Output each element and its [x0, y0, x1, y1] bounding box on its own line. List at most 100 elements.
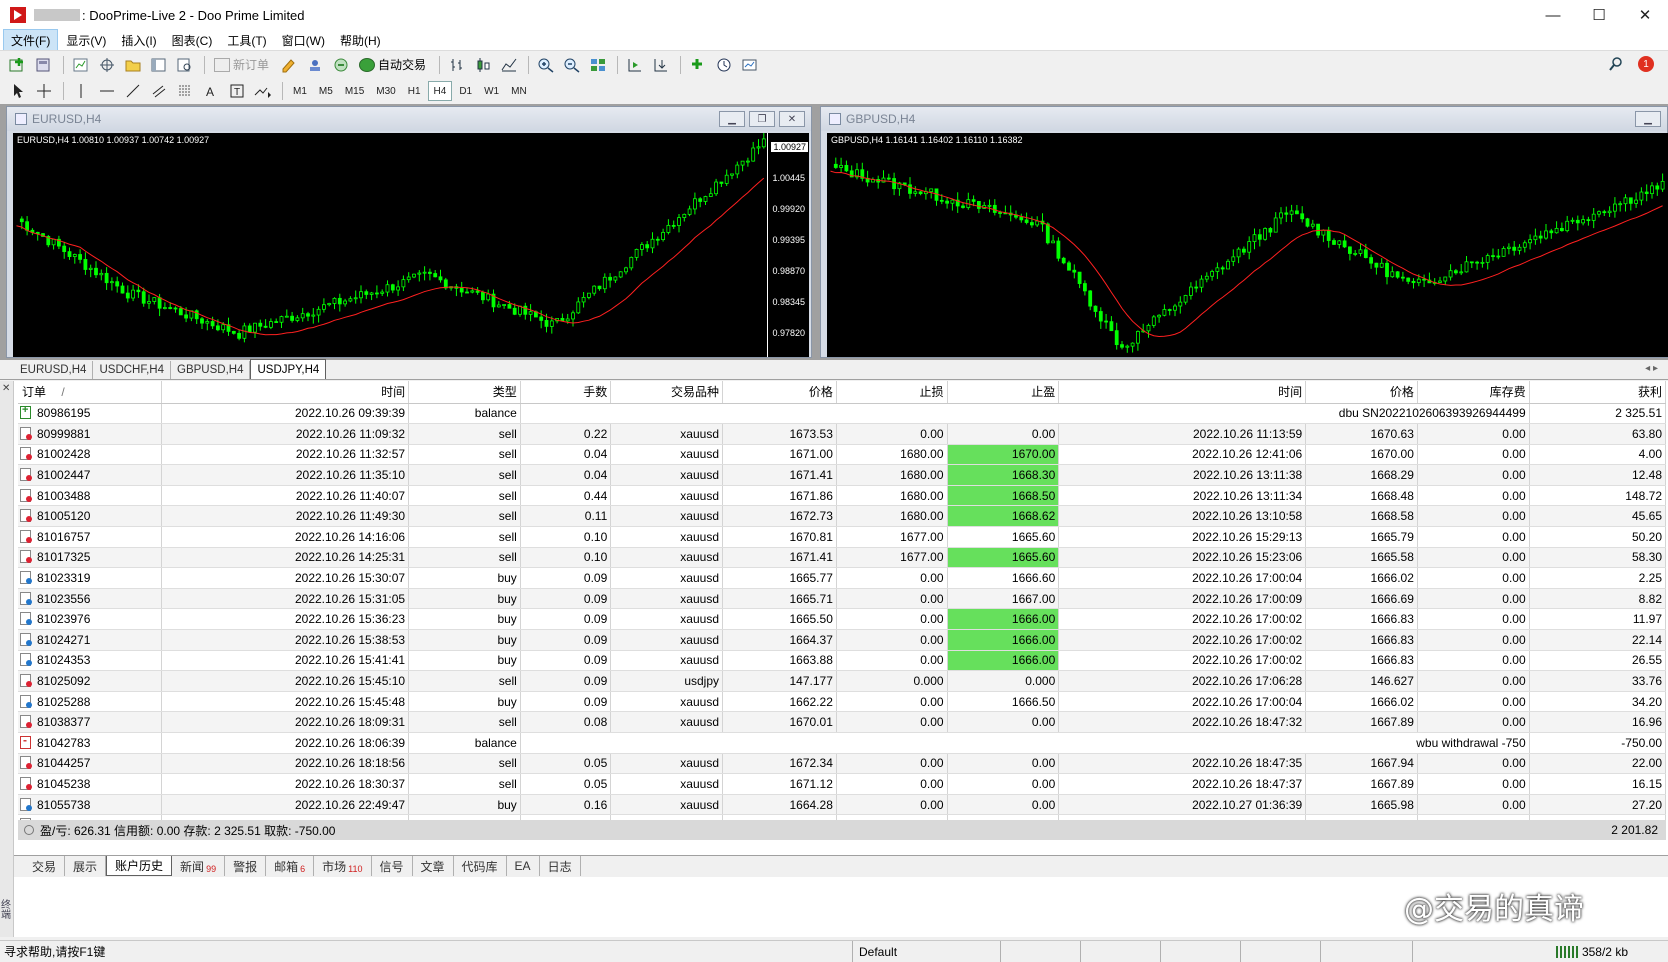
col-tp[interactable]: 止盈 [947, 381, 1060, 404]
table-row[interactable]: 81044257 2022.10.26 18:18:56 sell 0.05 xauus… [18, 753, 1667, 775]
indicators-icon[interactable] [686, 54, 710, 76]
timeframe-m5[interactable]: M5 [314, 81, 338, 101]
text-label-icon[interactable]: T [225, 80, 249, 102]
timeframe-h4[interactable]: H4 [427, 81, 453, 101]
data-window-icon[interactable] [95, 54, 119, 76]
table-row[interactable]: 81023556 2022.10.26 15:31:05 buy 0.09 xauusd… [18, 588, 1667, 610]
menu-tools[interactable]: 工具(T) [220, 30, 273, 51]
tab-chart-eurusd[interactable]: EURUSD,H4 [14, 361, 94, 379]
terminal-tab-3[interactable]: 新闻 99 [172, 856, 226, 876]
close-button[interactable]: ✕ [1622, 0, 1668, 30]
periods-icon[interactable] [712, 54, 736, 76]
table-row[interactable]: 810427832022.10.26 18:06:39balancewbu wi… [18, 732, 1667, 754]
candlestick-icon[interactable] [471, 54, 495, 76]
table-row[interactable]: 80999881 2022.10.26 11:09:32 sell 0.22 xauus… [18, 423, 1667, 445]
search-icon[interactable] [1604, 53, 1628, 75]
zoom-out-icon[interactable] [560, 54, 584, 76]
table-row[interactable]: 81038377 2022.10.26 18:09:31 sell 0.08 xauus… [18, 711, 1667, 733]
terminal-tab-2[interactable]: 账户历史 [106, 856, 173, 876]
auto-trading-button[interactable]: 自动交易 [355, 54, 430, 76]
crosshair-icon[interactable] [32, 80, 56, 102]
text-icon[interactable]: A [199, 80, 223, 102]
table-row[interactable]: 81025288 2022.10.26 15:45:48 buy 0.09 xauusd… [18, 691, 1667, 713]
table-row[interactable]: 81055738 2022.10.26 22:49:47 buy 0.16 xauusd… [18, 794, 1667, 816]
table-row[interactable]: 81045238 2022.10.26 18:30:37 sell 0.05 xauus… [18, 773, 1667, 795]
table-row[interactable]: 81002428 2022.10.26 11:32:57 sell 0.04 xauus… [18, 444, 1667, 466]
cursor-icon[interactable] [6, 80, 30, 102]
templates-icon[interactable] [738, 54, 762, 76]
connection-status[interactable]: 358/2 kb [1555, 945, 1628, 959]
terminal-tab-11[interactable]: 日志 [540, 856, 581, 876]
col-order[interactable]: 订单 / [18, 381, 163, 404]
new-order-button[interactable]: 新订单 [210, 54, 273, 76]
equidistant-channel-icon[interactable] [147, 80, 171, 102]
chart-minimize-button[interactable]: ▁ [719, 111, 745, 127]
bar-chart-icon[interactable] [445, 54, 469, 76]
menu-window[interactable]: 窗口(W) [275, 30, 332, 51]
market-watch-icon[interactable] [69, 54, 93, 76]
vertical-line-icon[interactable] [69, 80, 93, 102]
terminal-tab-4[interactable]: 警报 [225, 856, 267, 876]
menu-file[interactable]: 文件(F) [3, 28, 59, 52]
candlestick-chart-eurusd[interactable] [13, 133, 767, 359]
line-chart-icon[interactable] [497, 54, 521, 76]
table-row[interactable]: 81024271 2022.10.26 15:38:53 buy 0.09 xauusd… [18, 629, 1667, 651]
terminal-tab-10[interactable]: EA [507, 856, 540, 876]
strategy-tester-icon[interactable] [173, 54, 197, 76]
menu-charts[interactable]: 图表(C) [165, 30, 220, 51]
profiles-icon[interactable] [32, 54, 56, 76]
new-chart-icon[interactable] [6, 54, 30, 76]
chart-restore-button[interactable]: ❐ [749, 111, 775, 127]
table-row[interactable]: 81017325 2022.10.26 14:25:31 sell 0.10 xauus… [18, 547, 1667, 569]
fibonacci-icon[interactable] [173, 80, 197, 102]
chart-canvas-gbpusd[interactable]: GBPUSD,H4 1.16141 1.16402 1.16110 1.1638… [827, 133, 1668, 357]
timeframe-h1[interactable]: H1 [403, 81, 426, 101]
terminal-tab-7[interactable]: 信号 [372, 856, 413, 876]
table-row[interactable]: 809861952022.10.26 09:39:39balancedbu SN… [18, 403, 1667, 425]
market-icon[interactable] [329, 54, 353, 76]
terminal-close-icon[interactable]: ✕ [2, 383, 10, 394]
table-row[interactable]: 81023976 2022.10.26 15:36:23 buy 0.09 xauusd… [18, 608, 1667, 631]
table-row[interactable]: 81024353 2022.10.26 15:41:41 buy 0.09 xauusd… [18, 650, 1667, 672]
tab-scroll-arrows-icon[interactable]: ◂ ▸ [1645, 363, 1658, 374]
timeframe-w1[interactable]: W1 [479, 81, 504, 101]
chart-window-title-bar[interactable]: GBPUSD,H4 [821, 107, 1667, 131]
col-close-price[interactable]: 价格 [1305, 381, 1418, 404]
terminal-tab-9[interactable]: 代码库 [454, 856, 507, 876]
table-row[interactable]: 81023319 2022.10.26 15:30:07 buy 0.09 xauusd… [18, 567, 1667, 589]
chart-canvas-eurusd[interactable]: EURUSD,H4 1.00810 1.00937 1.00742 1.0092… [13, 133, 809, 357]
chart-close-button[interactable]: ✕ [779, 111, 805, 127]
minimize-button[interactable]: — [1530, 0, 1576, 30]
table-row[interactable]: 81025092 2022.10.26 15:45:10 sell 0.09 usdjp… [18, 670, 1667, 692]
arrows-icon[interactable] [251, 80, 275, 102]
chart-window-gbpusd[interactable]: GBPUSD,H4 ▁ GBPUSD,H4 1.16141 1.16402 1.… [820, 106, 1668, 358]
timeframe-m30[interactable]: M30 [371, 81, 400, 101]
status-profile[interactable]: Default [852, 940, 897, 962]
timeframe-d1[interactable]: D1 [454, 81, 477, 101]
trendline-icon[interactable] [121, 80, 145, 102]
terminal-icon[interactable] [147, 54, 171, 76]
notification-badge[interactable]: 1 [1638, 56, 1654, 72]
timeframe-m1[interactable]: M1 [288, 81, 312, 101]
navigator-icon[interactable] [121, 54, 145, 76]
horizontal-line-icon[interactable] [95, 80, 119, 102]
menu-help[interactable]: 帮助(H) [333, 30, 388, 51]
col-swap[interactable]: 库存费 [1417, 381, 1530, 404]
zoom-in-icon[interactable] [534, 54, 558, 76]
candlestick-chart-gbpusd[interactable] [827, 133, 1668, 359]
col-volume[interactable]: 手数 [520, 381, 612, 404]
table-row[interactable]: 81016757 2022.10.26 14:16:06 sell 0.10 xauus… [18, 526, 1667, 548]
col-close-time[interactable]: 时间 [1058, 381, 1307, 404]
timeframe-mn[interactable]: MN [506, 81, 532, 101]
col-profit[interactable]: 获利 [1529, 381, 1667, 404]
tile-windows-icon[interactable] [586, 54, 610, 76]
terminal-tab-0[interactable]: 交易 [24, 856, 66, 876]
table-row[interactable]: 81003488 2022.10.26 11:40:07 sell 0.44 xauus… [18, 485, 1667, 507]
col-open-price[interactable]: 价格 [722, 381, 837, 404]
chart-shift-icon[interactable] [649, 54, 673, 76]
signals-icon[interactable] [303, 54, 327, 76]
menu-view[interactable]: 显示(V) [59, 30, 113, 51]
terminal-tab-1[interactable]: 展示 [65, 856, 107, 876]
tab-chart-usdchf[interactable]: USDCHF,H4 [93, 361, 172, 379]
tab-chart-gbpusd[interactable]: GBPUSD,H4 [171, 361, 251, 379]
